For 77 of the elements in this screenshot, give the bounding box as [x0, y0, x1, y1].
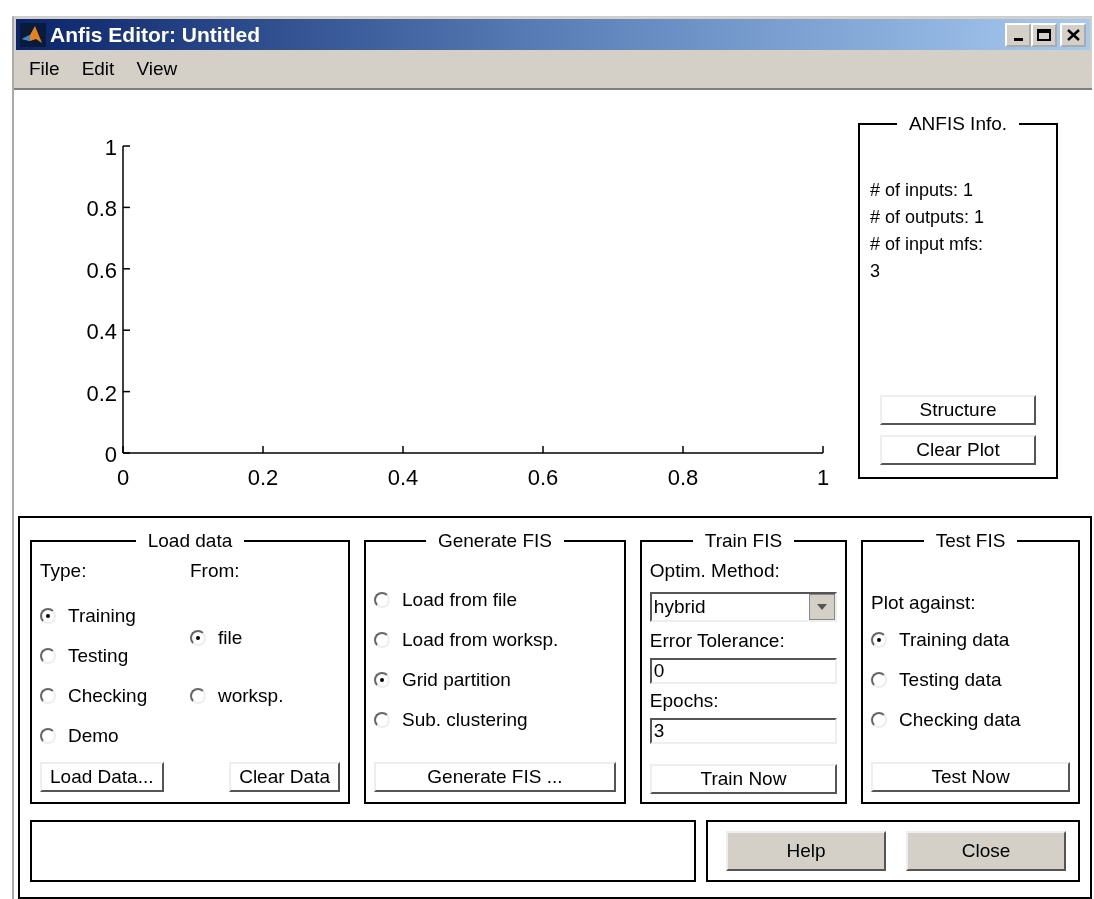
method-label: Optim. Method: — [649, 560, 781, 582]
menu-item[interactable]: Edit — [72, 56, 124, 82]
panel-title: Train FIS — [703, 530, 784, 552]
minimize-icon — [1013, 38, 1023, 41]
y-tick-label: 0.6 — [86, 257, 117, 283]
minimize-button[interactable] — [1005, 22, 1031, 47]
radio-button[interactable] — [40, 648, 56, 664]
menu-item[interactable]: File — [20, 56, 69, 82]
radio-button[interactable] — [40, 688, 56, 704]
radio-label[interactable]: Checking — [68, 685, 148, 707]
panel-button[interactable]: Load Data... — [40, 762, 164, 792]
radio-label[interactable]: Load from file — [402, 589, 518, 611]
panel-button[interactable]: Clear Data — [229, 762, 340, 792]
generate-fis-button[interactable]: Generate FIS ... — [374, 762, 616, 792]
footer-button[interactable]: Close — [906, 831, 1066, 871]
radio-label[interactable]: Grid partition — [402, 669, 511, 691]
train-now-button[interactable]: Train Now — [649, 764, 838, 794]
x-tick-label: 1 — [816, 465, 830, 490]
panel-title: Load data — [146, 530, 234, 552]
info-text: 3 — [870, 260, 881, 283]
radio-label[interactable]: Training — [68, 605, 136, 627]
epochs-field[interactable]: 3 — [649, 718, 838, 744]
panel-title: Generate FIS — [436, 530, 553, 552]
radio-button[interactable] — [190, 688, 206, 704]
radio-button[interactable] — [871, 712, 888, 728]
radio-label[interactable]: Load from worksp. — [402, 629, 559, 651]
dropdown-arrow-icon — [817, 604, 828, 610]
radio-button[interactable] — [871, 632, 888, 648]
method-dropdown[interactable]: hybrid — [649, 592, 838, 622]
info-button[interactable]: Structure — [880, 395, 1036, 425]
test-now-button[interactable]: Test Now — [871, 762, 1070, 792]
x-tick-label: 0.2 — [247, 465, 279, 490]
menu-item[interactable]: View — [127, 56, 187, 82]
radio-button[interactable] — [40, 728, 56, 744]
window-title: Anfis Editor: Untitled — [50, 22, 261, 47]
x-tick-label: 0.8 — [667, 465, 699, 490]
radio-button[interactable] — [374, 632, 390, 648]
x-tick-label: 0 — [116, 465, 130, 490]
radio-label[interactable]: Demo — [68, 725, 119, 747]
info-button[interactable]: Clear Plot — [880, 435, 1036, 465]
radio-label[interactable]: file — [218, 627, 243, 649]
epochs-label: Epochs: — [649, 690, 720, 712]
radio-button[interactable] — [871, 672, 888, 688]
info-text: # of outputs: 1 — [870, 206, 986, 229]
radio-button[interactable] — [40, 608, 56, 624]
footer-button[interactable]: Help — [726, 831, 886, 871]
panel-title: ANFIS Info. — [907, 113, 1009, 135]
y-tick-label: 0 — [104, 442, 117, 467]
y-tick-label: 0.4 — [86, 319, 117, 345]
peak-logo-icon — [20, 22, 46, 47]
type-label: Type: — [40, 560, 88, 582]
from-label: From: — [190, 560, 241, 582]
x-tick-label: 0.6 — [527, 465, 559, 490]
tolerance-field[interactable]: 0 — [649, 658, 838, 684]
info-text: # of input mfs: — [870, 233, 985, 256]
radio-label[interactable]: Testing data — [899, 669, 1002, 691]
tolerance-label: Error Tolerance: — [649, 630, 786, 652]
radio-label[interactable]: Sub. clustering — [402, 709, 528, 731]
info-text: # of inputs: 1 — [870, 179, 975, 202]
radio-button[interactable] — [190, 630, 206, 646]
maximize-icon — [1037, 28, 1051, 41]
radio-button[interactable] — [374, 672, 390, 688]
radio-button[interactable] — [374, 712, 390, 728]
y-tick-label: 1 — [104, 135, 117, 160]
panel-title: Test FIS — [934, 530, 1007, 552]
radio-label[interactable]: Checking data — [899, 709, 1021, 731]
x-tick-label: 0.4 — [387, 465, 419, 490]
close-button[interactable] — [1060, 22, 1086, 47]
radio-button[interactable] — [374, 592, 390, 608]
radio-label[interactable]: worksp. — [218, 685, 284, 707]
maximize-button[interactable] — [1031, 22, 1057, 47]
plot-against-label: Plot against: — [871, 592, 977, 614]
y-tick-label: 0.2 — [86, 380, 117, 406]
y-tick-label: 0.8 — [86, 196, 117, 222]
radio-label[interactable]: Training data — [899, 629, 1010, 651]
close-icon — [1066, 28, 1080, 41]
radio-label[interactable]: Testing — [68, 645, 129, 667]
